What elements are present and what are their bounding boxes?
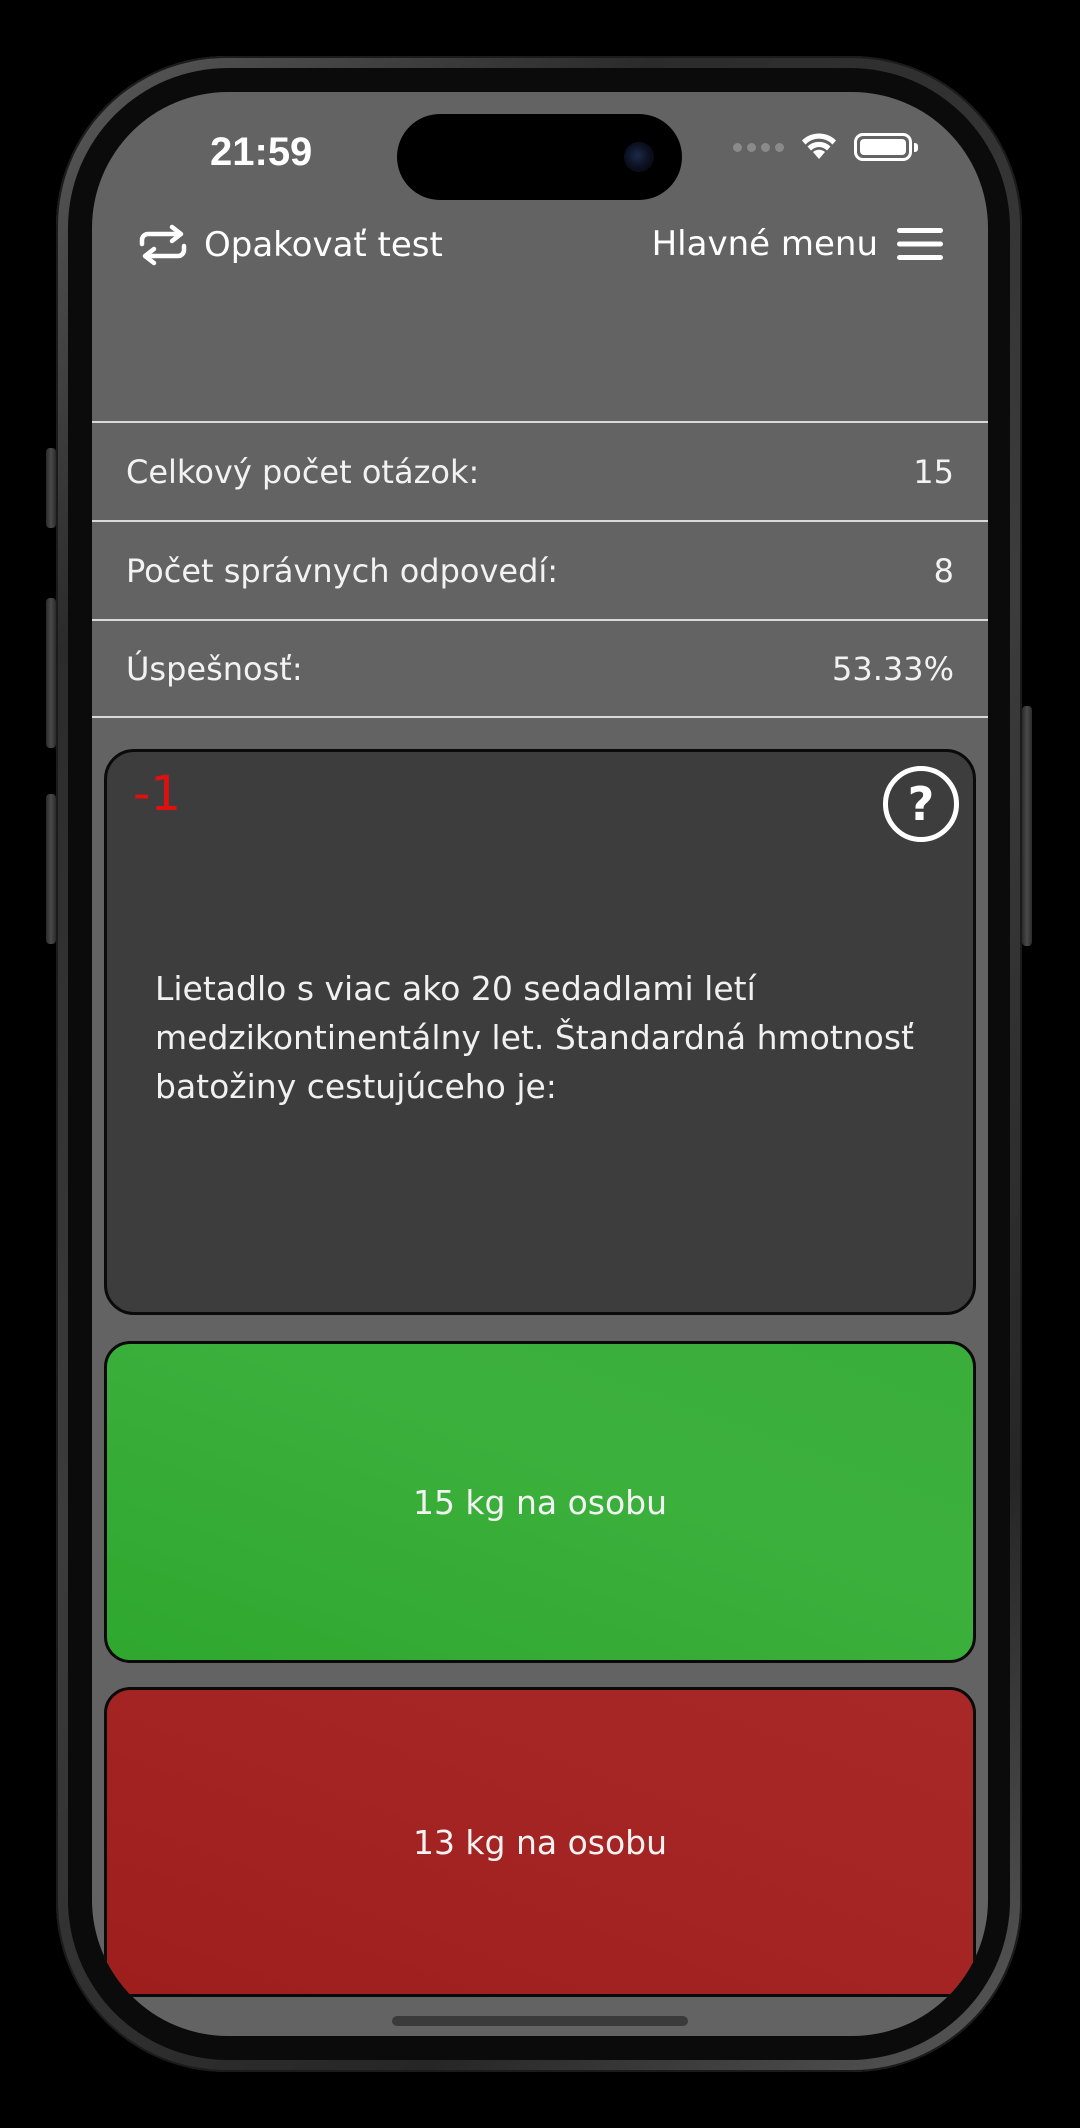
question-text: Lietadlo s viac ako 20 sedadlami letí me… <box>155 969 914 1106</box>
main-menu-button[interactable]: Hlavné menu <box>652 224 944 264</box>
front-camera <box>624 142 654 172</box>
volume-up-button <box>46 598 56 748</box>
dynamic-island <box>397 114 682 200</box>
stat-row-correct: Počet správnych odpovedí: 8 <box>92 520 988 619</box>
repeat-icon <box>139 224 187 266</box>
status-time: 21:59 <box>210 130 313 174</box>
stat-row-success: Úspešnosť: 53.33% <box>92 619 988 718</box>
power-button <box>1022 706 1032 946</box>
success-rate-label: Úspešnosť: <box>126 649 303 688</box>
action-button <box>46 448 56 528</box>
results-summary: Celkový počet otázok: 15 Počet správnych… <box>92 421 988 718</box>
answer-option-wrong[interactable]: 13 kg na osobu <box>104 1687 976 1997</box>
question-circle-icon[interactable]: ? <box>883 766 959 842</box>
device-stage: 21:59 Opakovať test Hlavné menu Celkový … <box>0 0 1080 2128</box>
app-screen: 21:59 Opakovať test Hlavné menu Celkový … <box>92 92 988 2036</box>
repeat-test-label: Opakovať test <box>204 225 443 265</box>
total-questions-value: 15 <box>913 452 954 491</box>
home-indicator[interactable] <box>392 2016 688 2026</box>
hamburger-menu-icon <box>897 228 943 260</box>
cellular-signal-icon <box>733 142 784 152</box>
main-menu-label: Hlavné menu <box>651 224 878 264</box>
total-questions-label: Celkový počet otázok: <box>126 452 480 491</box>
volume-down-button <box>46 794 56 944</box>
correct-answers-value: 8 <box>933 551 954 590</box>
success-rate-value: 53.33% <box>831 649 954 688</box>
wifi-icon <box>802 133 836 159</box>
question-card: -1 ? Lietadlo s viac ako 20 sedadlami le… <box>104 749 976 1315</box>
answer-option-correct[interactable]: 15 kg na osobu <box>104 1341 976 1663</box>
answer-label: 13 kg na osobu <box>412 1822 668 1862</box>
correct-answers-label: Počet správnych odpovedí: <box>126 551 559 590</box>
repeat-test-button[interactable]: Opakovať test <box>136 224 443 266</box>
answer-label: 15 kg na osobu <box>412 1482 668 1522</box>
question-score: -1 <box>133 766 181 822</box>
stat-row-total: Celkový počet otázok: 15 <box>92 421 988 520</box>
status-indicators <box>733 132 918 162</box>
battery-icon <box>854 133 918 161</box>
